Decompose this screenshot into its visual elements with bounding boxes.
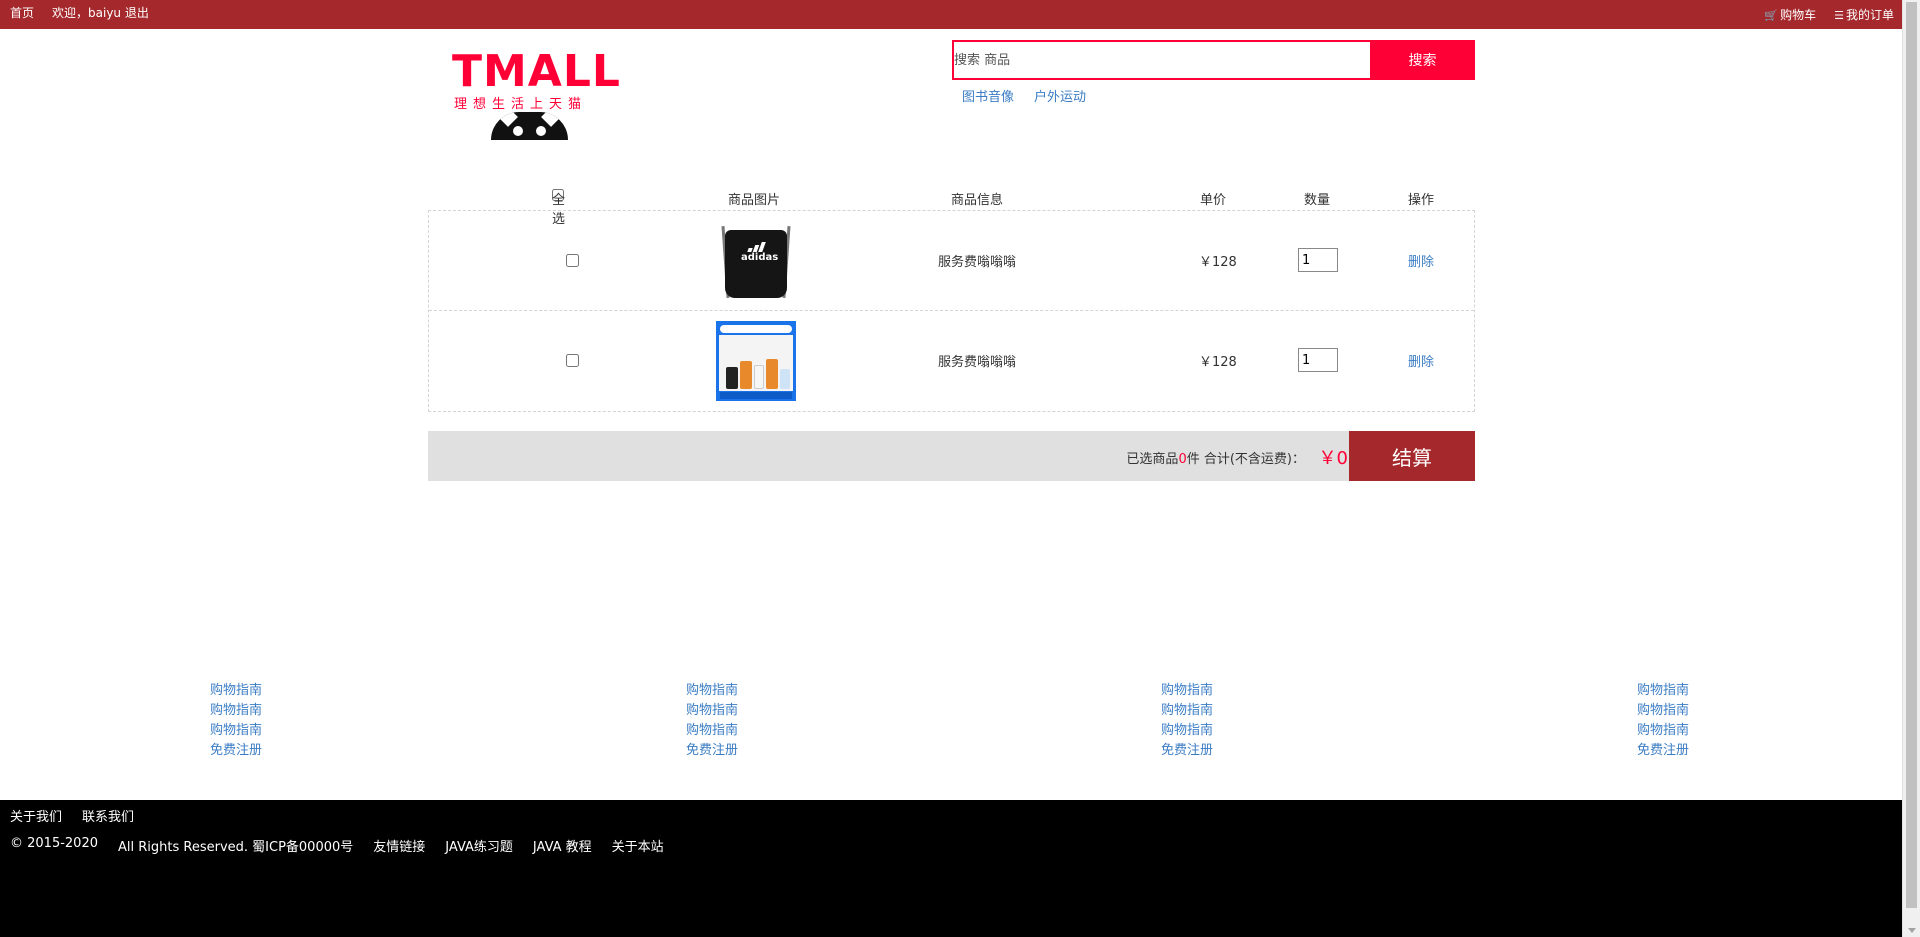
quick-links: 图书音像 户外运动 [962,86,1086,105]
footer-link-about-site[interactable]: 关于本站 [612,836,664,855]
item-name: 服务费嗡嗡嗡 [938,355,1017,370]
header-image: 商品图片 [728,193,781,208]
logo-slogan: 理想生活上天猫 [454,97,588,112]
register-link[interactable]: 免费注册 [1161,741,1213,761]
logo-wordmark: TMALL [452,46,621,97]
guide-column: 购物指南 购物指南 购物指南 免费注册 [1161,681,1213,761]
delete-link[interactable]: 删除 [1408,251,1434,270]
search-bar: 搜索 [952,40,1475,80]
header-qty: 数量 [1304,193,1331,208]
scroll-down-icon[interactable] [1908,928,1916,933]
header-action: 操作 [1408,193,1435,208]
orders-link[interactable]: ☰ 我的订单 [1834,6,1894,23]
selected-count: 0 [1178,452,1187,467]
guide-link[interactable]: 购物指南 [1161,681,1213,701]
contact-link[interactable]: 联系我们 [82,806,134,825]
copyright-text: © 2015-2020 [10,836,98,851]
delete-link[interactable]: 删除 [1408,351,1434,370]
top-bar: 首页 欢迎，baiyu 退出 🛒 购物车 ☰ 我的订单 [0,0,1902,29]
guide-link[interactable]: 购物指南 [686,681,738,701]
header-info: 商品信息 [951,193,1004,208]
supplement-image [716,321,796,401]
register-link[interactable]: 免费注册 [210,741,262,761]
guide-link[interactable]: 购物指南 [1637,701,1689,721]
adidas-bag-image: adidas [721,224,791,299]
about-link[interactable]: 关于我们 [10,806,62,825]
item-name: 服务费嗡嗡嗡 [938,255,1017,270]
guide-column: 购物指南 购物指南 购物指南 免费注册 [686,681,738,761]
quantity-input[interactable] [1298,248,1338,272]
cart-list: adidas 服务费嗡嗡嗡 ￥128 删除 服务费嗡嗡嗡 ￥128 删除 [428,210,1475,412]
guide-column: 购物指南 购物指南 购物指南 免费注册 [210,681,262,761]
cart-link-label: 购物车 [1780,8,1817,22]
cart-summary: 已选商品0件 合计(不含运费)： ￥0 结算 [428,431,1475,481]
item-checkbox[interactable] [566,354,579,367]
tmall-cat-icon [491,112,568,140]
guide-link[interactable]: 购物指南 [210,681,262,701]
search-input[interactable] [954,42,1370,78]
home-link[interactable]: 首页 [10,4,34,21]
select-all: 全选 [552,189,565,227]
quantity-input[interactable] [1298,348,1338,372]
logout-link[interactable]: 退出 [125,6,149,20]
register-link[interactable]: 免费注册 [1637,741,1689,761]
welcome-text: 欢迎，baiyu [52,6,122,20]
guide-link[interactable]: 购物指南 [1161,721,1213,741]
cart-row: 服务费嗡嗡嗡 ￥128 删除 [429,311,1474,411]
orders-link-label: 我的订单 [1845,8,1894,22]
tmall-logo[interactable]: TMALL 理想生活上天猫 [452,50,620,140]
welcome-area: 欢迎，baiyu 退出 [52,4,149,21]
product-image[interactable] [715,321,797,401]
guide-link[interactable]: 购物指南 [210,701,262,721]
cart-row: adidas 服务费嗡嗡嗡 ￥128 删除 [429,211,1474,311]
guide-link[interactable]: 购物指南 [1637,681,1689,701]
selected-suffix: 件 合计(不含运费)： [1186,452,1305,467]
item-checkbox[interactable] [566,254,579,267]
selected-summary: 已选商品0件 合计(不含运费)： [1126,448,1305,467]
scrollbar-thumb[interactable] [1906,2,1917,908]
vertical-scrollbar[interactable] [1902,0,1920,937]
footer-link-java-exercises[interactable]: JAVA练习题 [445,836,513,855]
item-price: ￥128 [1199,355,1237,370]
footer-link-friends[interactable]: 友情链接 [373,836,425,855]
list-icon: ☰ [1834,9,1844,22]
rights-text: All Rights Reserved. 蜀ICP备00000号 [118,840,354,855]
register-link[interactable]: 免费注册 [686,741,738,761]
selected-prefix: 已选商品 [1126,452,1179,467]
total-price: ￥0 [1318,448,1348,469]
guide-link[interactable]: 购物指南 [686,701,738,721]
cart-icon: 🛒 [1764,9,1779,22]
guide-link[interactable]: 购物指南 [210,721,262,741]
guide-link[interactable]: 购物指南 [686,721,738,741]
header-price: 单价 [1200,193,1227,208]
page-footer: 关于我们 联系我们 © 2015-2020 All Rights Reserve… [0,800,1902,937]
guide-column: 购物指南 购物指南 购物指南 免费注册 [1637,681,1689,761]
item-price: ￥128 [1199,255,1237,270]
guide-link[interactable]: 购物指南 [1161,701,1213,721]
product-image[interactable]: adidas [715,221,797,301]
search-button[interactable]: 搜索 [1370,40,1475,80]
checkout-button[interactable]: 结算 [1349,431,1475,481]
guide-link[interactable]: 购物指南 [1637,721,1689,741]
cart-link[interactable]: 🛒 购物车 [1764,6,1816,23]
footer-link-java-tutorial[interactable]: JAVA 教程 [533,836,592,855]
quick-link-books[interactable]: 图书音像 [962,86,1014,105]
cart-table-header: 全选 商品图片 商品信息 单价 数量 操作 [428,189,1475,227]
quick-link-outdoor[interactable]: 户外运动 [1034,86,1086,105]
